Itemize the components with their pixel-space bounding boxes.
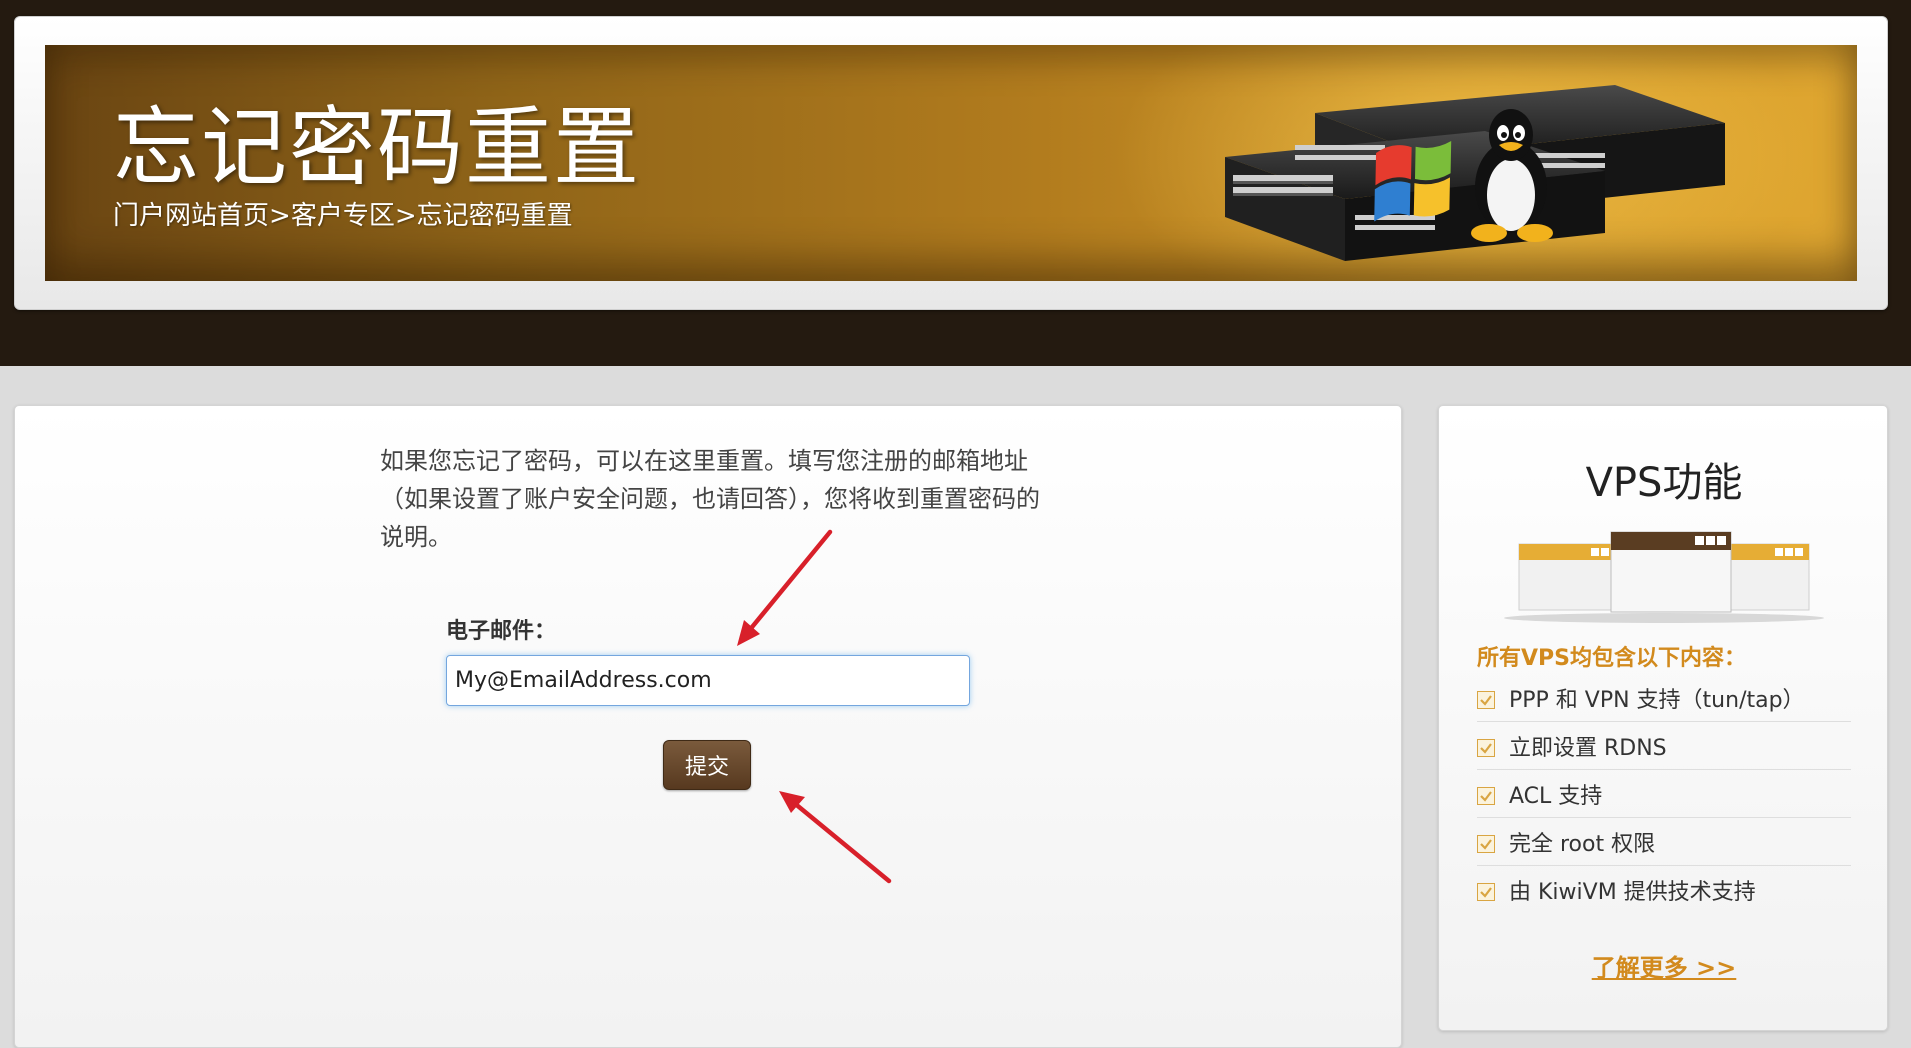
breadcrumb: 门户网站首页>客户专区>忘记密码重置: [113, 195, 573, 232]
intro-text: 如果您忘记了密码，可以在这里重置。填写您注册的邮箱地址（如果设置了账户安全问题，…: [380, 447, 1040, 551]
sidebar-subtitle: 所有VPS均包含以下内容：: [1477, 646, 1746, 671]
list-item: PPP 和 VPN 支持（tun/tap）: [1477, 674, 1851, 722]
checkbox-checked-icon: [1477, 834, 1495, 853]
site-header: 忘记密码重置 门户网站首页>客户专区>忘记密码重置: [0, 0, 1911, 366]
submit-button[interactable]: 提交: [663, 740, 751, 790]
feature-label: ACL 支持: [1509, 783, 1603, 809]
red-arrow-icon: [779, 791, 892, 884]
checkbox-checked-icon: [1477, 738, 1495, 757]
email-label: 电子邮件：: [446, 619, 557, 644]
list-item: 完全 root 权限: [1477, 818, 1851, 866]
feature-label: 由 KiwiVM 提供技术支持: [1509, 880, 1756, 905]
vps-features-card: VPS功能 所有VPS均包含以下内容： PPP 和 VPN 支持（tun/tap…: [1438, 405, 1888, 1031]
banner: 忘记密码重置 门户网站首页>客户专区>忘记密码重置: [45, 45, 1857, 281]
feature-label: 立即设置 RDNS: [1509, 735, 1667, 761]
breadcrumb-separator: >: [269, 201, 291, 231]
checkbox-checked-icon: [1477, 786, 1495, 805]
breadcrumb-client-area-link[interactable]: 客户专区: [291, 201, 395, 231]
list-item: 由 KiwiVM 提供技术支持: [1477, 866, 1851, 914]
breadcrumb-current: 忘记密码重置: [416, 201, 573, 231]
sidebar-title: VPS功能: [1585, 460, 1743, 506]
feature-list: PPP 和 VPN 支持（tun/tap） 立即设置 RDNS ACL 支持 完…: [1477, 674, 1851, 914]
page-title: 忘记密码重置: [113, 98, 641, 198]
banner-frame: 忘记密码重置 门户网站首页>客户专区>忘记密码重置: [14, 16, 1888, 310]
checkbox-checked-icon: [1477, 883, 1495, 901]
server-illustration: [1225, 85, 1725, 261]
list-item: ACL 支持: [1477, 770, 1851, 818]
windows-illustration: [1504, 531, 1824, 623]
reset-password-card: 如果您忘记了密码，可以在这里重置。填写您注册的邮箱地址（如果设置了账户安全问题，…: [14, 405, 1402, 1048]
feature-label: 完全 root 权限: [1509, 831, 1656, 857]
learn-more-link[interactable]: 了解更多 >>: [1439, 948, 1889, 983]
breadcrumb-separator: >: [394, 201, 417, 231]
feature-label: PPP 和 VPN 支持（tun/tap）: [1509, 687, 1805, 713]
checkbox-checked-icon: [1477, 690, 1495, 709]
list-item: 立即设置 RDNS: [1477, 722, 1851, 770]
email-input[interactable]: [446, 655, 970, 706]
breadcrumb-home-link[interactable]: 门户网站首页: [113, 201, 269, 231]
